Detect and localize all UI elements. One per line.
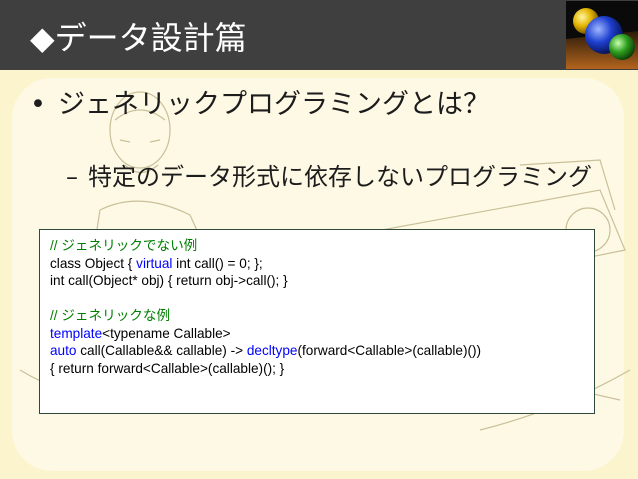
main-bullet: • ジェネリックプログラミングとは？	[30, 86, 490, 124]
code-line: template<typename Callable>	[50, 325, 231, 341]
code-comment: // ジェネリックでない例	[50, 238, 198, 253]
code-box: // ジェネリックでない例 class Object { virtual int…	[39, 229, 595, 414]
bullet-text: ジェネリックプログラミングとは？	[58, 89, 490, 120]
bullet-marker: •	[30, 89, 46, 120]
code-keyword: template	[50, 325, 103, 341]
code-line: class Object { virtual int call() = 0; }…	[50, 255, 263, 271]
code-comment: // ジェネリックな例	[50, 308, 171, 323]
slide-title: ◆データ設計篇	[30, 19, 247, 57]
code-keyword: virtual	[136, 255, 173, 271]
code-line: auto call(Callable&& callable) -> declty…	[50, 343, 482, 358]
code-keyword: auto	[50, 343, 77, 358]
rendered-spheres-logo	[566, 1, 638, 69]
sub-bullet-text: 特定のデータ形式に依存しないプログラミング	[88, 163, 592, 191]
title-bar: ◆データ設計篇	[0, 0, 638, 70]
code-line: { return forward<Callable>(callable)(); …	[50, 360, 285, 376]
code-keyword: decltype	[246, 343, 298, 358]
sub-bullet: – 特定のデータ形式に依存しないプログラミング	[66, 162, 606, 193]
code-line: int call(Object* obj) { return obj->call…	[50, 273, 288, 288]
sub-bullet-marker: –	[66, 163, 78, 191]
